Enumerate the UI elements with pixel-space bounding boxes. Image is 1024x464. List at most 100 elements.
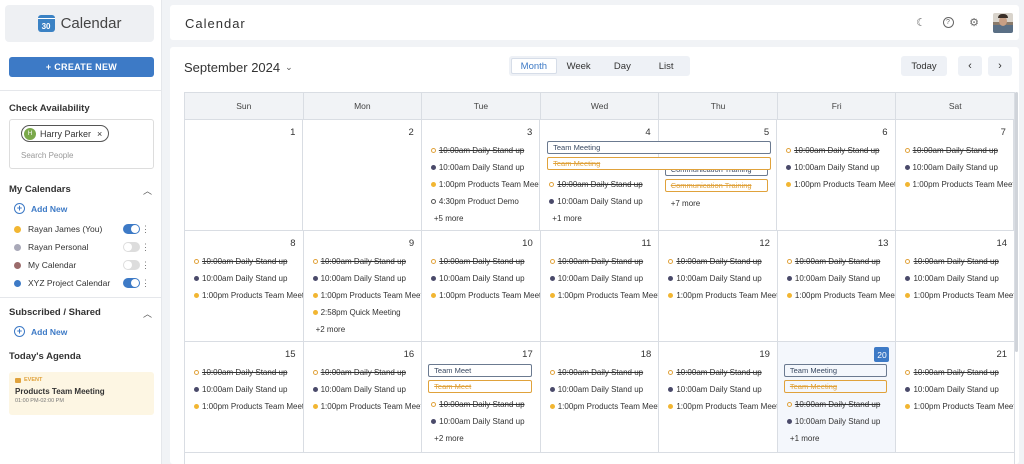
view-tab-list[interactable]: List xyxy=(644,58,688,74)
chevron-up-icon[interactable]: ︿ xyxy=(143,307,152,320)
chevron-up-icon[interactable]: ︿ xyxy=(143,184,152,197)
calendar-item[interactable]: My Calendar ⋮ xyxy=(14,259,154,271)
day-cell[interactable]: 3 10:00am Daily Stand up 10:00am Daily Sta… xyxy=(422,120,541,230)
event-item[interactable]: 10:00am Daily Stand up xyxy=(304,253,422,270)
day-cell[interactable]: 8 10:00am Daily Stand up 10:00am Daily Sta… xyxy=(185,231,304,341)
event-item[interactable]: 1:00pm Products Team Meeting xyxy=(541,287,658,304)
event-item[interactable]: 1:00pm Products Team Meeting xyxy=(304,398,421,415)
event-item[interactable]: 10:00am Daily Stand up xyxy=(777,159,894,176)
person-chip[interactable]: H Harry Parker × xyxy=(21,125,110,142)
event-item[interactable]: 10:00am Daily Stand up xyxy=(541,381,659,398)
event-item[interactable]: 10:00am Daily Stand up xyxy=(185,253,303,270)
multi-day-event[interactable]: Team Meeting xyxy=(547,141,771,154)
prev-month-button[interactable]: ‹ xyxy=(958,56,982,76)
event-item[interactable]: 10:00am Daily Stand up xyxy=(896,253,1014,270)
calendar-toggle[interactable] xyxy=(123,278,140,288)
event-block[interactable]: Communication Training xyxy=(664,179,769,192)
calendar-toggle[interactable] xyxy=(123,224,140,234)
today-button[interactable]: Today xyxy=(901,56,947,76)
event-item[interactable]: 10:00am Daily Stand up xyxy=(185,364,303,381)
app-logo[interactable]: 30 Calendar xyxy=(5,5,154,42)
event-item[interactable]: 10:00am Daily Stand up xyxy=(185,381,303,398)
event-block[interactable]: Team Meeting xyxy=(783,380,888,393)
event-item[interactable]: 1:00pm Products Team Meeting xyxy=(185,287,303,304)
event-item[interactable]: 10:00am Daily Stand up xyxy=(896,270,1014,287)
day-cell[interactable]: 17 Team Meet Team Meet 10:00am Daily Stand … xyxy=(422,342,541,452)
more-events-link[interactable]: +1 more xyxy=(778,430,896,446)
event-item[interactable]: 10:00am Daily Stand up xyxy=(541,270,659,287)
event-item[interactable]: 10:00am Daily Stand up xyxy=(422,159,539,176)
event-item[interactable]: 1:00pm Products Team Meeting xyxy=(778,287,895,304)
agenda-card[interactable]: EVENT Products Team Meeting 01:00 PM-02:… xyxy=(9,372,154,415)
remove-chip-icon[interactable]: × xyxy=(97,129,102,139)
event-block[interactable]: Team Meet xyxy=(428,364,532,377)
day-cell[interactable]: 12 10:00am Daily Stand up 10:00am Daily St… xyxy=(659,231,778,341)
event-item[interactable]: 10:00am Daily Stand up xyxy=(422,270,540,287)
settings-icon[interactable]: ⚙ xyxy=(968,16,980,29)
user-avatar[interactable] xyxy=(993,13,1013,33)
event-item[interactable]: 10:00am Daily Stand up xyxy=(422,413,540,430)
day-cell[interactable]: 5Communication TrainingCommunication Tra… xyxy=(659,120,778,230)
month-selector[interactable]: September 2024 ⌄ xyxy=(184,60,293,75)
more-events-link[interactable]: +5 more xyxy=(422,210,539,226)
day-cell[interactable]: 9 10:00am Daily Stand up 10:00am Daily Sta… xyxy=(304,231,423,341)
event-item[interactable]: 10:00am Daily Stand up xyxy=(185,270,303,287)
event-item[interactable]: 10:00am Daily Stand up xyxy=(896,159,1013,176)
day-cell[interactable]: 18 10:00am Daily Stand up 10:00am Daily St… xyxy=(541,342,660,452)
day-cell[interactable]: 21 10:00am Daily Stand up 10:00am Daily St… xyxy=(896,342,1014,452)
day-cell[interactable]: 7 10:00am Daily Stand up 10:00am Daily Sta… xyxy=(896,120,1014,230)
event-item[interactable]: 10:00am Daily Stand up xyxy=(304,364,422,381)
day-cell[interactable]: 20 Team Meeting Team Meeting 10:00am Daily … xyxy=(777,342,897,452)
view-tab-day[interactable]: Day xyxy=(601,58,645,74)
day-cell[interactable]: 13 10:00am Daily Stand up 10:00am Daily St… xyxy=(778,231,897,341)
help-icon[interactable]: ? xyxy=(942,16,954,28)
event-item[interactable]: 10:00am Daily Stand up xyxy=(540,176,657,193)
event-item[interactable]: 10:00am Daily Stand up xyxy=(541,253,659,270)
add-subscribed-button[interactable]: + Add New xyxy=(14,326,67,337)
moon-icon[interactable]: ☾ xyxy=(915,16,927,29)
calendar-toggle[interactable] xyxy=(123,242,140,252)
day-cell[interactable]: 10 10:00am Daily Stand up 10:00am Daily St… xyxy=(422,231,541,341)
event-item[interactable]: 10:00am Daily Stand up xyxy=(304,381,422,398)
event-item[interactable]: 10:00am Daily Stand up xyxy=(659,253,777,270)
next-month-button[interactable]: › xyxy=(988,56,1012,76)
event-item[interactable]: 1:00pm Products Team Meeting xyxy=(896,398,1014,415)
event-item[interactable]: 1:00pm Products Team Meeting xyxy=(777,176,895,193)
event-item[interactable]: 10:00am Daily Stand up xyxy=(778,396,896,413)
event-item[interactable]: 1:00pm Products Team Meeting xyxy=(304,287,421,304)
day-cell[interactable]: 6 10:00am Daily Stand up 10:00am Daily Sta… xyxy=(777,120,896,230)
event-item[interactable]: 10:00am Daily Stand up xyxy=(659,364,777,381)
day-cell[interactable]: 4 10:00am Daily Stand up 10:00am Daily Sta… xyxy=(540,120,659,230)
day-cell[interactable]: 15 10:00am Daily Stand up 10:00am Daily St… xyxy=(185,342,304,452)
view-tab-month[interactable]: Month xyxy=(511,58,557,74)
calendar-toggle[interactable] xyxy=(123,260,140,270)
event-item[interactable]: 1:00pm Products Team Meeting xyxy=(422,287,540,304)
more-vertical-icon[interactable]: ⋮ xyxy=(141,242,150,253)
search-people-input[interactable]: Search People xyxy=(21,151,73,160)
day-cell[interactable]: 2 xyxy=(303,120,422,230)
event-item[interactable]: 10:00am Daily Stand up xyxy=(778,253,896,270)
multi-day-event[interactable]: Team Meeting xyxy=(547,157,771,170)
more-events-link[interactable]: +2 more xyxy=(304,321,422,337)
event-item[interactable]: 1:00pm Products Team Meeting xyxy=(541,398,658,415)
day-cell[interactable]: 14 10:00am Daily Stand up 10:00am Daily St… xyxy=(896,231,1014,341)
event-item[interactable]: 1:00pm Products Team Meeting xyxy=(659,398,777,415)
event-item[interactable]: 10:00am Daily Stand up xyxy=(778,413,896,430)
event-item[interactable]: 10:00am Daily Stand up xyxy=(896,364,1014,381)
event-item[interactable]: 1:00pm Products Team Meeting xyxy=(896,287,1014,304)
availability-box[interactable]: H Harry Parker × Search People xyxy=(9,119,154,169)
day-cell[interactable]: 1 xyxy=(185,120,304,230)
day-cell[interactable]: 19 10:00am Daily Stand up 10:00am Daily St… xyxy=(659,342,778,452)
event-item[interactable]: 10:00am Daily Stand up xyxy=(659,270,777,287)
event-item[interactable]: 10:00am Daily Stand up xyxy=(541,364,659,381)
more-events-link[interactable]: +1 more xyxy=(540,210,657,226)
event-block[interactable]: Team Meet xyxy=(428,380,532,393)
event-item[interactable]: 1:00pm Products Team Meeting xyxy=(185,398,303,415)
more-vertical-icon[interactable]: ⋮ xyxy=(141,224,150,235)
day-cell[interactable]: 11 10:00am Daily Stand up 10:00am Daily St… xyxy=(541,231,660,341)
event-item[interactable]: 1:00pm Products Team Meeting xyxy=(659,287,777,304)
event-item[interactable]: 10:00am Daily Stand up xyxy=(422,142,539,159)
event-item[interactable]: 10:00am Daily Stand up xyxy=(540,193,657,210)
calendar-item[interactable]: Rayan James (You) ⋮ xyxy=(14,223,154,235)
more-vertical-icon[interactable]: ⋮ xyxy=(141,260,150,271)
